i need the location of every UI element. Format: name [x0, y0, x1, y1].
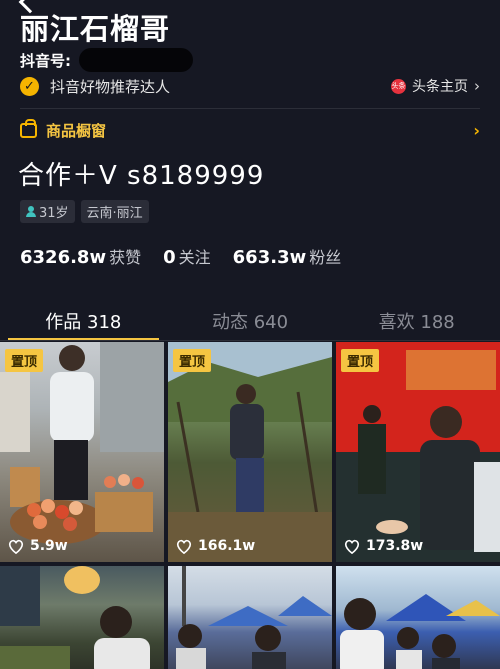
thumbnail-image	[340, 594, 500, 669]
video-thumbnail[interactable]: 置顶 166.1w	[168, 342, 332, 562]
person-icon	[26, 206, 36, 217]
thumbnail-image	[168, 342, 332, 562]
toutiao-homepage-link[interactable]: 头条 头条主页 ›	[391, 76, 480, 96]
thumbnail-image	[0, 566, 150, 669]
video-likes: 173.8w	[344, 538, 423, 554]
id-row: 抖音号:	[20, 48, 193, 72]
tab-works[interactable]: 作品 318	[0, 300, 167, 341]
video-thumbnail[interactable]	[336, 566, 500, 669]
thumbnail-image	[336, 342, 500, 562]
stats-row: 6326.8w 获赞 0 关注 663.3w 粉丝	[20, 244, 363, 268]
video-thumbnail[interactable]	[168, 566, 332, 669]
chevron-right-icon: ›	[474, 77, 480, 95]
divider	[20, 108, 480, 109]
chevron-right-icon: ›	[473, 120, 480, 140]
thumbnail-image	[0, 342, 164, 544]
video-likes: 5.9w	[8, 538, 68, 554]
id-redacted	[79, 48, 193, 72]
tab-likes[interactable]: 喜欢 188	[333, 300, 500, 340]
pinned-badge: 置顶	[341, 349, 380, 372]
shop-window-label: 商品橱窗	[46, 121, 107, 140]
certification-row: ✓ 抖音好物推荐达人 头条 头条主页 ›	[20, 75, 480, 97]
pinned-badge: 置顶	[5, 349, 44, 372]
video-thumbnail[interactable]: 置顶 5.9w	[0, 342, 164, 562]
shop-window-row[interactable]: 商品橱窗 ›	[20, 118, 480, 141]
followers-label[interactable]: 粉丝	[309, 244, 341, 268]
followers-count[interactable]: 663.3w	[233, 247, 307, 268]
video-likes: 166.1w	[176, 538, 255, 554]
likes-count: 6326.8w	[20, 247, 107, 268]
checkmark-badge-icon: ✓	[20, 76, 39, 96]
tabs-divider	[0, 340, 500, 341]
certification-text: 抖音好物推荐达人	[50, 77, 171, 96]
tag-list: 31岁 云南·丽江	[20, 200, 149, 223]
profile-tabs: 作品 318 动态 640 喜欢 188	[0, 300, 500, 341]
following-label[interactable]: 关注	[179, 244, 211, 268]
heart-icon	[344, 539, 360, 554]
shopping-bag-icon	[20, 118, 37, 138]
bio-text: 合作＋V s8189999	[18, 161, 265, 191]
age-tag: 31岁	[20, 200, 75, 223]
heart-icon	[8, 539, 24, 554]
id-label: 抖音号:	[20, 51, 71, 70]
pinned-badge: 置顶	[173, 349, 212, 372]
tab-dynamics[interactable]: 动态 640	[167, 300, 334, 340]
thumbnail-image	[176, 566, 332, 669]
toutiao-icon: 头条	[391, 78, 406, 94]
video-thumbnail[interactable]: 置顶 173.8w	[336, 342, 500, 562]
following-count[interactable]: 0	[163, 247, 176, 268]
location-tag: 云南·丽江	[80, 200, 149, 223]
likes-label: 获赞	[109, 248, 142, 267]
heart-icon	[176, 539, 192, 554]
toutiao-label: 头条主页	[412, 79, 468, 95]
video-thumbnail[interactable]	[0, 566, 164, 669]
profile-name: 丽江石榴哥	[20, 12, 171, 46]
